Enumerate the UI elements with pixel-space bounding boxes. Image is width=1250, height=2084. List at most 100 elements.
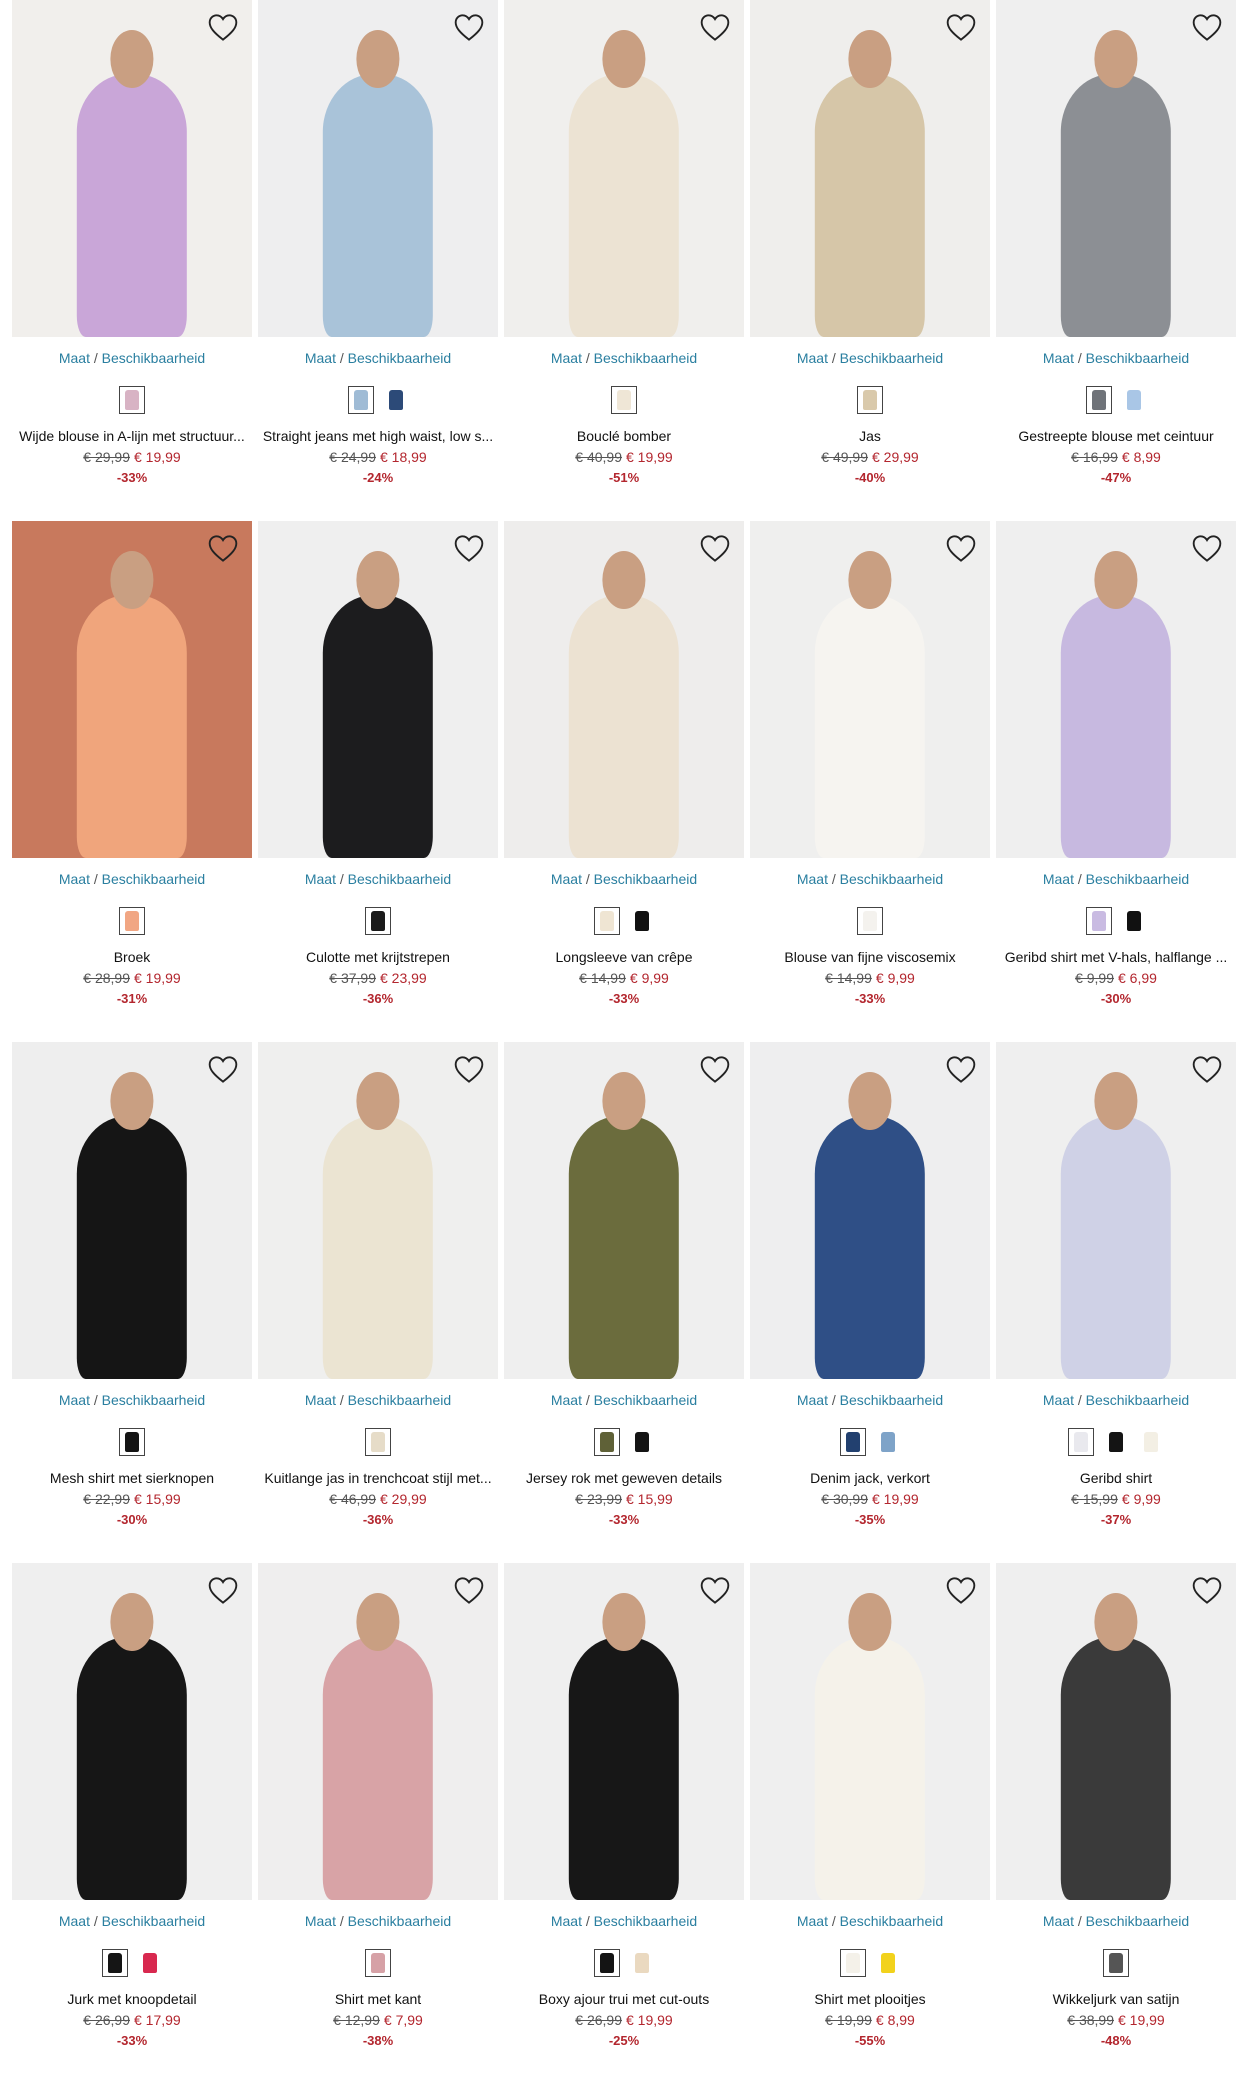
product-image[interactable] <box>504 521 744 858</box>
size-availability-link[interactable]: Maat / Beschikbaarheid <box>750 1391 990 1409</box>
product-name[interactable]: Shirt met plooitjes <box>750 1990 990 2008</box>
product-card[interactable]: Maat / Beschikbaarheid Mesh shirt met sie… <box>12 1042 252 1563</box>
size-availability-link[interactable]: Maat / Beschikbaarheid <box>504 349 744 367</box>
product-card[interactable]: Maat / Beschikbaarheid Longsleeve van crê… <box>504 521 744 1042</box>
color-swatch[interactable] <box>365 1428 391 1456</box>
product-image[interactable] <box>996 0 1236 337</box>
product-name[interactable]: Geribd shirt met V-hals, halflange ... <box>996 948 1236 966</box>
size-availability-link[interactable]: Maat / Beschikbaarheid <box>750 349 990 367</box>
color-swatch[interactable] <box>629 907 655 935</box>
wishlist-heart-icon[interactable] <box>1190 10 1224 44</box>
color-swatch[interactable] <box>593 907 620 935</box>
product-card[interactable]: Maat / Beschikbaarheid Geribd shirt met V… <box>996 521 1236 1042</box>
wishlist-heart-icon[interactable] <box>1190 1052 1224 1086</box>
product-card[interactable]: Maat / Beschikbaarheid Straight jeans met… <box>258 0 498 521</box>
size-availability-link[interactable]: Maat / Beschikbaarheid <box>12 349 252 367</box>
product-name[interactable]: Wikkeljurk van satijn <box>996 1990 1236 2008</box>
product-image[interactable] <box>258 1042 498 1379</box>
color-swatch[interactable] <box>119 1428 145 1456</box>
product-image[interactable] <box>996 521 1236 858</box>
product-name[interactable]: Blouse van fijne viscosemix <box>750 948 990 966</box>
wishlist-heart-icon[interactable] <box>944 1573 978 1607</box>
product-image[interactable] <box>750 1042 990 1379</box>
product-card[interactable]: Maat / Beschikbaarheid Jurk met knoopdeta… <box>12 1563 252 2084</box>
product-image[interactable] <box>12 521 252 858</box>
color-swatch[interactable] <box>365 1949 391 1977</box>
wishlist-heart-icon[interactable] <box>698 10 732 44</box>
product-image[interactable] <box>996 1563 1236 1900</box>
product-card[interactable]: Maat / Beschikbaarheid Gestreepte blouse … <box>996 0 1236 521</box>
product-image[interactable] <box>504 1563 744 1900</box>
size-availability-link[interactable]: Maat / Beschikbaarheid <box>996 349 1236 367</box>
color-swatch[interactable] <box>101 1949 128 1977</box>
size-availability-link[interactable]: Maat / Beschikbaarheid <box>504 1912 744 1930</box>
wishlist-heart-icon[interactable] <box>452 10 486 44</box>
color-swatch[interactable] <box>629 1949 655 1977</box>
product-name[interactable]: Longsleeve van crêpe <box>504 948 744 966</box>
color-swatch[interactable] <box>857 386 883 414</box>
product-image[interactable] <box>258 1563 498 1900</box>
wishlist-heart-icon[interactable] <box>206 10 240 44</box>
product-image[interactable] <box>750 0 990 337</box>
product-card[interactable]: Maat / Beschikbaarheid Jas € 49,99 € 29,99 -… <box>750 0 990 521</box>
color-swatch[interactable] <box>119 386 145 414</box>
size-availability-link[interactable]: Maat / Beschikbaarheid <box>996 870 1236 888</box>
product-name[interactable]: Mesh shirt met sierknopen <box>12 1469 252 1487</box>
product-card[interactable]: Maat / Beschikbaarheid Denim jack, verkor… <box>750 1042 990 1563</box>
wishlist-heart-icon[interactable] <box>206 1573 240 1607</box>
wishlist-heart-icon[interactable] <box>944 531 978 565</box>
color-swatch[interactable] <box>629 1428 655 1456</box>
color-swatch[interactable] <box>1103 1428 1129 1456</box>
color-swatch[interactable] <box>1138 1428 1164 1456</box>
color-swatch[interactable] <box>1085 386 1112 414</box>
product-card[interactable]: Maat / Beschikbaarheid Bouclé bomber € 40,… <box>504 0 744 521</box>
size-availability-link[interactable]: Maat / Beschikbaarheid <box>750 870 990 888</box>
size-availability-link[interactable]: Maat / Beschikbaarheid <box>504 1391 744 1409</box>
size-availability-link[interactable]: Maat / Beschikbaarheid <box>504 870 744 888</box>
product-image[interactable] <box>12 0 252 337</box>
product-name[interactable]: Geribd shirt <box>996 1469 1236 1487</box>
size-availability-link[interactable]: Maat / Beschikbaarheid <box>996 1391 1236 1409</box>
wishlist-heart-icon[interactable] <box>452 1052 486 1086</box>
wishlist-heart-icon[interactable] <box>698 1573 732 1607</box>
product-card[interactable]: Maat / Beschikbaarheid Kuitlange jas in t… <box>258 1042 498 1563</box>
color-swatch[interactable] <box>593 1949 620 1977</box>
color-swatch[interactable] <box>593 1428 620 1456</box>
wishlist-heart-icon[interactable] <box>1190 1573 1224 1607</box>
product-image[interactable] <box>750 1563 990 1900</box>
size-availability-link[interactable]: Maat / Beschikbaarheid <box>12 870 252 888</box>
wishlist-heart-icon[interactable] <box>698 531 732 565</box>
product-name[interactable]: Denim jack, verkort <box>750 1469 990 1487</box>
color-swatch[interactable] <box>875 1428 901 1456</box>
color-swatch[interactable] <box>137 1949 163 1977</box>
size-availability-link[interactable]: Maat / Beschikbaarheid <box>12 1391 252 1409</box>
product-image[interactable] <box>258 521 498 858</box>
product-name[interactable]: Jersey rok met geweven details <box>504 1469 744 1487</box>
product-name[interactable]: Wijde blouse in A-lijn met structuur... <box>12 427 252 445</box>
size-availability-link[interactable]: Maat / Beschikbaarheid <box>258 349 498 367</box>
product-image[interactable] <box>12 1563 252 1900</box>
product-card[interactable]: Maat / Beschikbaarheid Culotte met krijts… <box>258 521 498 1042</box>
color-swatch[interactable] <box>1068 1428 1094 1456</box>
product-card[interactable]: Maat / Beschikbaarheid Jersey rok met gew… <box>504 1042 744 1563</box>
color-swatch[interactable] <box>1121 907 1147 935</box>
product-name[interactable]: Shirt met kant <box>258 1990 498 2008</box>
color-swatch[interactable] <box>875 1949 901 1977</box>
size-availability-link[interactable]: Maat / Beschikbaarheid <box>12 1912 252 1930</box>
wishlist-heart-icon[interactable] <box>452 531 486 565</box>
product-name[interactable]: Jas <box>750 427 990 445</box>
color-swatch[interactable] <box>1085 907 1112 935</box>
product-card[interactable]: Maat / Beschikbaarheid Wijde blouse in A-… <box>12 0 252 521</box>
product-card[interactable]: Maat / Beschikbaarheid Wikkeljurk van sat… <box>996 1563 1236 2084</box>
color-swatch[interactable] <box>365 907 391 935</box>
wishlist-heart-icon[interactable] <box>944 10 978 44</box>
product-card[interactable]: Maat / Beschikbaarheid Broek € 28,99 € 19,9… <box>12 521 252 1042</box>
size-availability-link[interactable]: Maat / Beschikbaarheid <box>750 1912 990 1930</box>
wishlist-heart-icon[interactable] <box>944 1052 978 1086</box>
size-availability-link[interactable]: Maat / Beschikbaarheid <box>258 1391 498 1409</box>
product-card[interactable]: Maat / Beschikbaarheid Blouse van fijne v… <box>750 521 990 1042</box>
product-image[interactable] <box>996 1042 1236 1379</box>
color-swatch[interactable] <box>383 386 409 414</box>
wishlist-heart-icon[interactable] <box>452 1573 486 1607</box>
product-name[interactable]: Gestreepte blouse met ceintuur <box>996 427 1236 445</box>
